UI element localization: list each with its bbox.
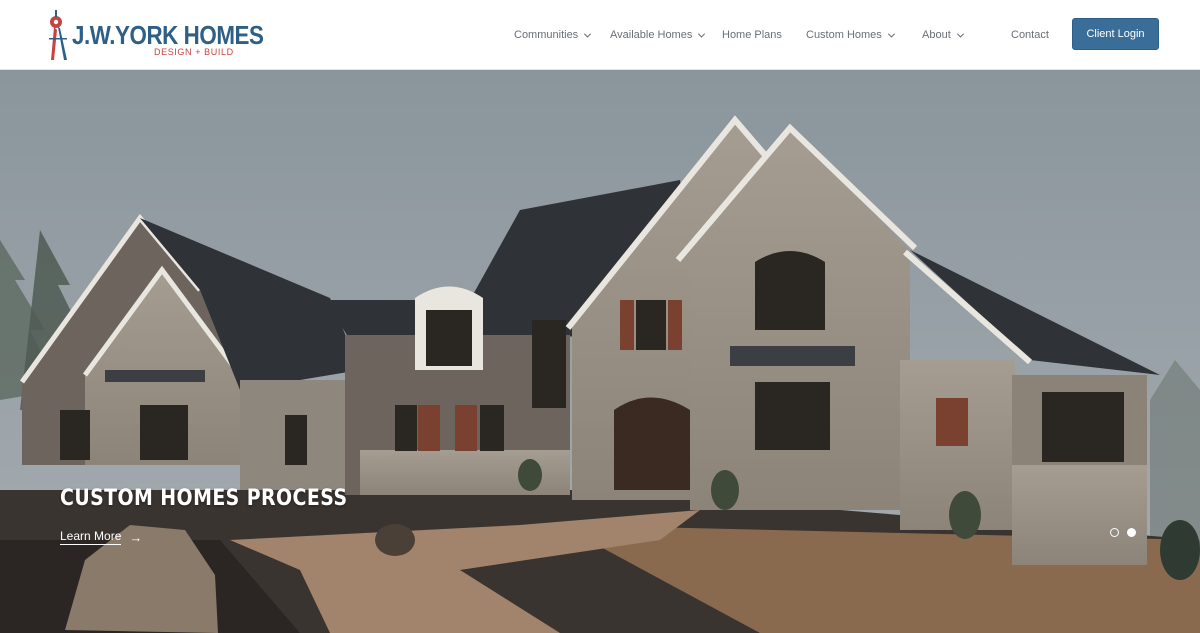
hero-house-image bbox=[0, 70, 1200, 633]
chevron-down-icon bbox=[698, 30, 706, 38]
hero-title: CUSTOM HOMES PROCESS bbox=[60, 486, 348, 511]
nav-item-label: Custom Homes bbox=[806, 29, 882, 41]
learn-more-link[interactable]: Learn More → bbox=[60, 529, 142, 545]
learn-more-label: Learn More bbox=[60, 529, 122, 545]
client-login-button[interactable]: Client Login bbox=[1072, 18, 1159, 50]
chevron-down-icon bbox=[584, 30, 592, 38]
slide-dot-2[interactable] bbox=[1127, 528, 1136, 537]
nav-item-label: Communities bbox=[514, 29, 579, 41]
site-header: J.W.YORK HOMES DESIGN + BUILD Communitie… bbox=[0, 0, 1200, 70]
chevron-down-icon bbox=[956, 30, 964, 38]
nav-item-label: Contact bbox=[1011, 29, 1049, 41]
nav-item-available-homes[interactable]: Available Homes bbox=[610, 26, 706, 44]
nav-item-about[interactable]: About bbox=[922, 26, 964, 44]
nav-item-label: Home Plans bbox=[722, 29, 782, 41]
chevron-down-icon bbox=[887, 30, 895, 38]
nav-item-home-plans[interactable]: Home Plans bbox=[722, 26, 782, 44]
nav-item-custom-homes[interactable]: Custom Homes bbox=[806, 26, 895, 44]
main-navigation: Communities Available Homes Home Plans C… bbox=[0, 0, 1200, 70]
arrow-right-icon: → bbox=[129, 529, 143, 545]
nav-item-label: Available Homes bbox=[610, 29, 693, 41]
nav-item-contact[interactable]: Contact bbox=[1011, 26, 1049, 44]
slide-dot-1[interactable] bbox=[1110, 528, 1119, 537]
nav-item-communities[interactable]: Communities bbox=[514, 26, 592, 44]
hero-slider: CUSTOM HOMES PROCESS Learn More → bbox=[0, 70, 1200, 633]
slider-pagination bbox=[1110, 528, 1136, 537]
nav-item-label: About bbox=[922, 29, 951, 41]
